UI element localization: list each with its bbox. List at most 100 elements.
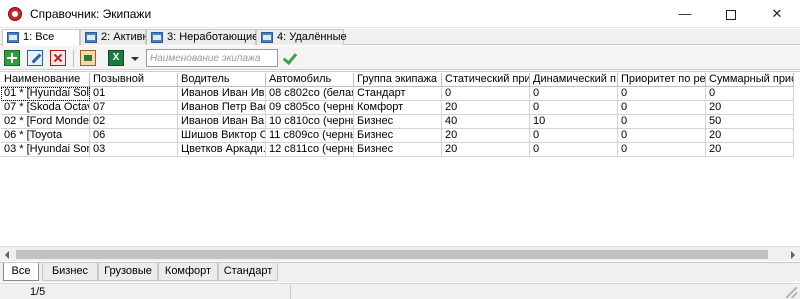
apply-filter-check-icon[interactable] <box>282 50 298 66</box>
edit-icon[interactable] <box>27 50 43 66</box>
cell-name[interactable]: 07 * [Skoda Octav... <box>1 101 90 115</box>
cell-static-priority[interactable]: 40 <box>442 115 530 129</box>
column-header-callsign[interactable]: Позывной <box>90 73 178 87</box>
tab-label: 3: Неработающие <box>167 31 259 43</box>
column-header-car[interactable]: Автомобиль <box>266 73 354 87</box>
column-header-static-priority[interactable]: Статический при... <box>442 73 530 87</box>
excel-dropdown-arrow-icon[interactable] <box>131 57 139 61</box>
toolbar-separator <box>73 50 74 67</box>
cell-car[interactable]: 12 с811со (черный) <box>266 143 354 157</box>
column-header-name[interactable]: Наименование <box>1 73 90 87</box>
cell-total-priority[interactable]: 20 <box>706 101 794 115</box>
maximize-button[interactable] <box>708 0 754 28</box>
crew-name-search-input[interactable] <box>146 49 278 67</box>
status-pane: 1/5 <box>2 285 291 299</box>
app-icon <box>8 7 22 21</box>
tab-inactive[interactable]: 3: Неработающие <box>146 29 259 45</box>
table-row[interactable]: 01 * [Hyundai Sola... 01 Иванов Иван Ив.… <box>0 87 800 101</box>
group-tabs: Все Бизнес Грузовые Комфорт Стандарт <box>0 262 800 282</box>
cell-static-priority[interactable]: 0 <box>442 87 530 101</box>
cell-static-priority[interactable]: 20 <box>442 101 530 115</box>
window-title: Справочник: Экипажи <box>30 7 152 21</box>
table-row[interactable]: 02 * [Ford Mondeo... 02 Иванов Иван Ва..… <box>0 115 800 129</box>
cell-group[interactable]: Комфорт <box>354 101 442 115</box>
cell-callsign[interactable]: 03 <box>90 143 178 157</box>
scroll-right-icon[interactable] <box>785 247 800 262</box>
group-tab-comfort[interactable]: Комфорт <box>158 263 218 281</box>
minimize-button[interactable]: — <box>662 0 708 28</box>
title-bar: Справочник: Экипажи — ✕ <box>0 0 800 28</box>
table-icon <box>85 32 97 43</box>
cell-group[interactable]: Бизнес <box>354 129 442 143</box>
cell-callsign[interactable]: 07 <box>90 101 178 115</box>
cell-dynamic-priority[interactable]: 0 <box>530 87 618 101</box>
cell-total-priority[interactable]: 0 <box>706 87 794 101</box>
cell-driver[interactable]: Цветков Аркади... <box>178 143 266 157</box>
column-header-driver[interactable]: Водитель <box>178 73 266 87</box>
group-tab-business[interactable]: Бизнес <box>42 263 98 281</box>
resize-grip-icon[interactable] <box>786 287 797 298</box>
cell-static-priority[interactable]: 20 <box>442 143 530 157</box>
cell-group[interactable]: Бизнес <box>354 143 442 157</box>
close-button[interactable]: ✕ <box>754 0 800 28</box>
filter-tabs: 1: Все 2: Активные 3: Неработающие 4: Уд… <box>0 29 800 46</box>
cell-name[interactable]: 06 * [Toyota <box>1 129 90 143</box>
toolbar: X <box>0 46 800 70</box>
cell-priority-by-rating[interactable]: 0 <box>618 129 706 143</box>
cell-priority-by-rating[interactable]: 0 <box>618 143 706 157</box>
cell-car[interactable]: 10 с810со (черный) <box>266 115 354 129</box>
table-icon <box>7 32 19 43</box>
column-header-group[interactable]: Группа экипажа <box>354 73 442 87</box>
cell-total-priority[interactable]: 20 <box>706 129 794 143</box>
cell-car[interactable]: 11 с809со (черный) <box>266 129 354 143</box>
cell-dynamic-priority[interactable]: 0 <box>530 129 618 143</box>
column-header-total-priority[interactable]: Суммарный прио... <box>706 73 794 87</box>
cell-static-priority[interactable]: 20 <box>442 129 530 143</box>
column-header-dynamic-priority[interactable]: Динамический п... <box>530 73 618 87</box>
cell-total-priority[interactable]: 50 <box>706 115 794 129</box>
column-header-priority-by-rating[interactable]: Приоритет по ре... <box>618 73 706 87</box>
cell-priority-by-rating[interactable]: 0 <box>618 87 706 101</box>
cell-car[interactable]: 09 с805со (черный) <box>266 101 354 115</box>
add-icon[interactable] <box>4 50 20 66</box>
table-row[interactable]: 03 * [Hyundai Son... 03 Цветков Аркади..… <box>0 143 800 157</box>
table-icon <box>151 32 163 43</box>
cell-driver[interactable]: Иванов Иван Ва... <box>178 115 266 129</box>
cell-group[interactable]: Бизнес <box>354 115 442 129</box>
group-tab-standard[interactable]: Стандарт <box>218 263 278 281</box>
table-icon <box>261 32 273 43</box>
cell-dynamic-priority[interactable]: 10 <box>530 115 618 129</box>
cell-total-priority[interactable]: 20 <box>706 143 794 157</box>
cell-car[interactable]: 08 с802со (белая) <box>266 87 354 101</box>
status-bar: 1/5 <box>0 283 800 299</box>
cell-name[interactable]: 02 * [Ford Mondeo... <box>1 115 90 129</box>
cell-priority-by-rating[interactable]: 0 <box>618 101 706 115</box>
cell-callsign[interactable]: 02 <box>90 115 178 129</box>
group-tab-all[interactable]: Все <box>3 263 39 281</box>
cell-callsign[interactable]: 06 <box>90 129 178 143</box>
cell-group[interactable]: Стандарт <box>354 87 442 101</box>
table-row[interactable]: 07 * [Skoda Octav... 07 Иванов Петр Вас.… <box>0 101 800 115</box>
delete-icon[interactable] <box>50 50 66 66</box>
group-tab-cargo[interactable]: Грузовые <box>98 263 158 281</box>
cell-driver[interactable]: Иванов Петр Вас... <box>178 101 266 115</box>
cell-driver[interactable]: Иванов Иван Ив... <box>178 87 266 101</box>
card-icon[interactable] <box>80 50 96 66</box>
horizontal-scrollbar[interactable] <box>0 246 800 261</box>
cell-dynamic-priority[interactable]: 0 <box>530 101 618 115</box>
tab-deleted[interactable]: 4: Удалённые <box>256 29 347 45</box>
cell-name[interactable]: 01 * [Hyundai Sola... <box>1 87 90 101</box>
scrollbar-thumb[interactable] <box>16 250 768 259</box>
cell-dynamic-priority[interactable]: 0 <box>530 143 618 157</box>
excel-export-icon[interactable]: X <box>108 50 124 66</box>
cell-name[interactable]: 03 * [Hyundai Son... <box>1 143 90 157</box>
record-counter: 1/5 <box>30 286 46 298</box>
tab-active[interactable]: 2: Активные <box>80 29 163 45</box>
cell-driver[interactable]: Шишов Виктор О... <box>178 129 266 143</box>
tab-all[interactable]: 1: Все <box>2 29 80 46</box>
scroll-left-icon[interactable] <box>0 247 15 262</box>
cell-priority-by-rating[interactable]: 0 <box>618 115 706 129</box>
maximize-icon <box>726 9 736 20</box>
table-row[interactable]: 06 * [Toyota 06 Шишов Виктор О... 11 с80… <box>0 129 800 143</box>
cell-callsign[interactable]: 01 <box>90 87 178 101</box>
